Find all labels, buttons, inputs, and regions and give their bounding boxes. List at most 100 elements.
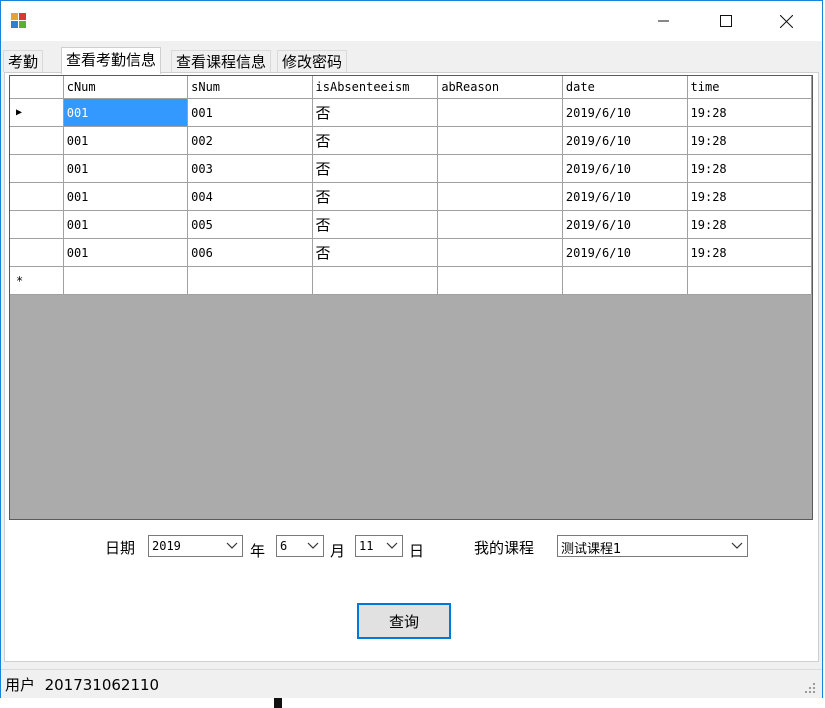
table-row[interactable]: 001 005 否 2019/6/10 19:28 bbox=[10, 210, 812, 239]
column-header-date[interactable]: date bbox=[561, 76, 688, 99]
column-header-snum[interactable]: sNum bbox=[187, 76, 313, 99]
cell-cnum[interactable]: 001 bbox=[62, 210, 189, 239]
chevron-down-icon bbox=[731, 542, 743, 549]
table-row[interactable]: 001 004 否 2019/6/10 19:28 bbox=[10, 182, 812, 211]
table-row[interactable]: ▶ 001 001 否 2019/6/10 19:28 bbox=[10, 98, 812, 127]
column-header-time[interactable]: time bbox=[686, 76, 812, 99]
cell-date[interactable]: 2019/6/10 bbox=[561, 154, 688, 183]
close-icon bbox=[779, 14, 793, 28]
cell-time[interactable]: 19:28 bbox=[686, 210, 812, 239]
cell-abreason[interactable] bbox=[437, 154, 563, 183]
cell-abreason[interactable] bbox=[437, 210, 563, 239]
tab-view-courses[interactable]: 查看课程信息 bbox=[171, 50, 272, 72]
cell-cnum[interactable]: 001 bbox=[62, 154, 189, 183]
cell-cnum[interactable] bbox=[62, 266, 189, 295]
cell-snum[interactable] bbox=[187, 266, 313, 295]
day-value: 11 bbox=[359, 539, 374, 553]
chevron-down-icon bbox=[226, 542, 238, 549]
cell-isabsenteeism[interactable]: 否 bbox=[311, 154, 439, 183]
attendance-grid[interactable]: cNum sNum isAbsenteeism abReason date ti… bbox=[9, 75, 813, 520]
cell-snum[interactable]: 001 bbox=[187, 98, 313, 127]
cell-time[interactable]: 19:28 bbox=[686, 126, 812, 155]
tab-attendance[interactable]: 考勤 bbox=[3, 50, 44, 72]
row-header[interactable] bbox=[10, 154, 64, 183]
cell-time[interactable] bbox=[686, 266, 812, 295]
cell-date[interactable]: 2019/6/10 bbox=[561, 98, 688, 127]
app-icon bbox=[11, 13, 27, 29]
cell-date[interactable]: 2019/6/10 bbox=[561, 182, 688, 211]
table-row[interactable]: 001 002 否 2019/6/10 19:28 bbox=[10, 126, 812, 155]
tab-change-password[interactable]: 修改密码 bbox=[277, 50, 348, 72]
cell-snum[interactable]: 004 bbox=[187, 182, 313, 211]
minimize-icon bbox=[658, 20, 669, 22]
user-label: 用户 bbox=[5, 676, 36, 694]
background-window-edge bbox=[274, 698, 282, 708]
query-button[interactable]: 查询 bbox=[357, 603, 451, 639]
cell-abreason[interactable] bbox=[437, 182, 563, 211]
cell-isabsenteeism[interactable]: 否 bbox=[311, 98, 439, 127]
cell-date[interactable]: 2019/6/10 bbox=[561, 126, 688, 155]
cell-abreason[interactable] bbox=[437, 98, 563, 127]
cell-cnum[interactable]: 001 bbox=[62, 238, 189, 267]
maximize-icon bbox=[720, 15, 732, 27]
chevron-down-icon bbox=[307, 542, 319, 549]
close-button[interactable] bbox=[763, 1, 809, 41]
column-header-cnum[interactable]: cNum bbox=[62, 76, 189, 99]
course-select[interactable]: 测试课程1 bbox=[557, 535, 748, 557]
cell-isabsenteeism[interactable] bbox=[311, 266, 439, 295]
cell-isabsenteeism[interactable]: 否 bbox=[311, 182, 439, 211]
maximize-button[interactable] bbox=[703, 1, 749, 41]
cell-date[interactable] bbox=[561, 266, 688, 295]
column-header-abreason[interactable]: abReason bbox=[437, 76, 563, 99]
cell-isabsenteeism[interactable]: 否 bbox=[311, 210, 439, 239]
cell-snum[interactable]: 005 bbox=[187, 210, 313, 239]
cell-snum[interactable]: 002 bbox=[187, 126, 313, 155]
row-header-corner bbox=[10, 76, 64, 99]
day-label: 日 bbox=[409, 542, 425, 560]
cell-time[interactable]: 19:28 bbox=[686, 154, 812, 183]
cell-snum[interactable]: 006 bbox=[187, 238, 313, 267]
user-id: 201731062110 bbox=[44, 676, 160, 694]
current-row-indicator-icon[interactable]: ▶ bbox=[10, 98, 64, 127]
new-row[interactable]: * bbox=[10, 266, 812, 295]
row-header[interactable] bbox=[10, 126, 64, 155]
month-value: 6 bbox=[280, 539, 288, 553]
cell-abreason[interactable] bbox=[437, 238, 563, 267]
tab-panel: cNum sNum isAbsenteeism abReason date ti… bbox=[4, 72, 819, 662]
year-value: 2019 bbox=[152, 539, 181, 553]
cell-cnum[interactable]: 001 bbox=[62, 98, 189, 127]
cell-date[interactable]: 2019/6/10 bbox=[561, 238, 688, 267]
table-row[interactable]: 001 003 否 2019/6/10 19:28 bbox=[10, 154, 812, 183]
table-row[interactable]: 001 006 否 2019/6/10 19:28 bbox=[10, 238, 812, 267]
date-label: 日期 bbox=[105, 539, 136, 557]
month-label: 月 bbox=[330, 542, 346, 560]
header-row: cNum sNum isAbsenteeism abReason date ti… bbox=[10, 76, 812, 99]
new-row-indicator-icon[interactable]: * bbox=[10, 266, 64, 295]
column-header-isabsenteeism[interactable]: isAbsenteeism bbox=[311, 76, 439, 99]
resize-grip-icon[interactable] bbox=[804, 682, 816, 694]
app-window: 考勤 查看考勤信息 查看课程信息 修改密码 cNum sNum isAbsent… bbox=[0, 0, 823, 698]
cell-date[interactable]: 2019/6/10 bbox=[561, 210, 688, 239]
course-value: 测试课程1 bbox=[561, 542, 622, 557]
month-select[interactable]: 6 bbox=[276, 535, 324, 557]
row-header[interactable] bbox=[10, 182, 64, 211]
cell-time[interactable]: 19:28 bbox=[686, 98, 812, 127]
cell-abreason[interactable] bbox=[437, 266, 563, 295]
cell-cnum[interactable]: 001 bbox=[62, 126, 189, 155]
row-header[interactable] bbox=[10, 210, 64, 239]
cell-time[interactable]: 19:28 bbox=[686, 182, 812, 211]
row-header[interactable] bbox=[10, 238, 64, 267]
tab-view-attendance[interactable]: 查看考勤信息 bbox=[61, 47, 162, 74]
cell-abreason[interactable] bbox=[437, 126, 563, 155]
attendance-table: cNum sNum isAbsenteeism abReason date ti… bbox=[10, 76, 812, 295]
cell-cnum[interactable]: 001 bbox=[62, 182, 189, 211]
tab-strip: 考勤 查看考勤信息 查看课程信息 修改密码 bbox=[1, 47, 822, 74]
day-select[interactable]: 11 bbox=[355, 535, 403, 557]
year-select[interactable]: 2019 bbox=[148, 535, 243, 557]
cell-isabsenteeism[interactable]: 否 bbox=[311, 238, 439, 267]
cell-isabsenteeism[interactable]: 否 bbox=[311, 126, 439, 155]
cell-time[interactable]: 19:28 bbox=[686, 238, 812, 267]
cell-snum[interactable]: 003 bbox=[187, 154, 313, 183]
title-bar[interactable] bbox=[1, 1, 822, 41]
minimize-button[interactable] bbox=[641, 1, 687, 41]
